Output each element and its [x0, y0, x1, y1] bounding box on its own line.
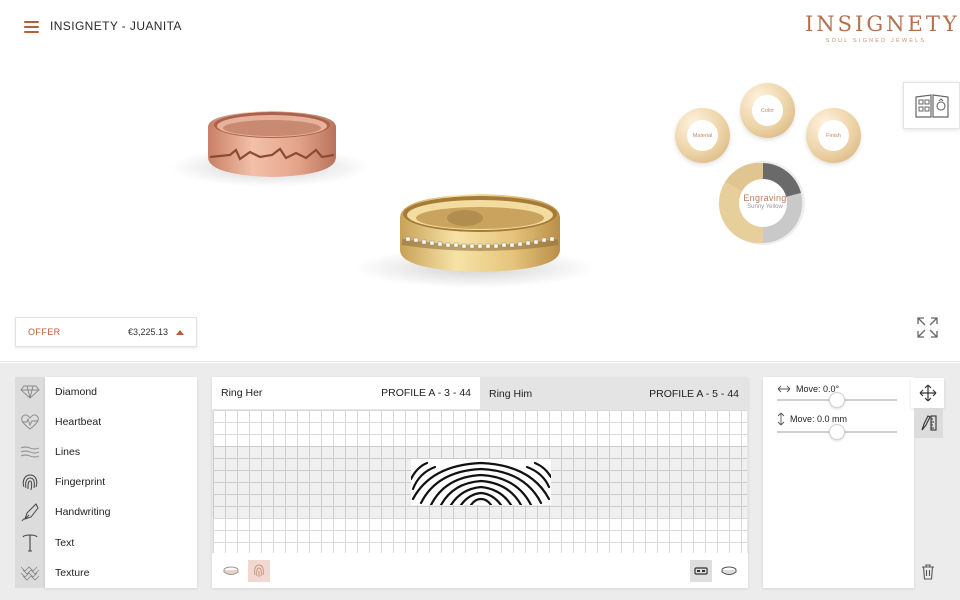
- catalog-book-icon: [914, 93, 949, 118]
- tool-item-lines[interactable]: Lines: [45, 437, 197, 467]
- tab-ring-him[interactable]: Ring Him PROFILE A - 5 - 44: [480, 377, 748, 410]
- pen-nib-icon[interactable]: [15, 497, 45, 527]
- offer-button[interactable]: OFFER €3,225.13: [15, 317, 197, 347]
- engraving-tool-list: Diamond Heartbeat Lines Fingerprint Hand…: [45, 377, 197, 588]
- trash-icon: [922, 564, 934, 580]
- rotate-slider-thumb[interactable]: [829, 392, 845, 408]
- fingerprint-icon[interactable]: [15, 467, 45, 497]
- text-icon[interactable]: [15, 527, 45, 557]
- color-label: Color: [752, 95, 783, 126]
- engraving-grid[interactable]: [212, 410, 748, 553]
- expand-arrows-icon[interactable]: [917, 317, 938, 338]
- move-arrows-icon: [919, 384, 936, 402]
- brand-tagline: SOUL SIGNED JEWELS: [825, 38, 927, 44]
- tool-item-texture[interactable]: Texture: [45, 558, 197, 588]
- tab-ring-her[interactable]: Ring Her PROFILE A - 3 - 44: [212, 377, 480, 410]
- tool-item-diamond[interactable]: Diamond: [45, 377, 197, 407]
- ring-him-model[interactable]: [350, 180, 600, 290]
- catalog-button[interactable]: [903, 82, 960, 129]
- tab-ring-him-profile: PROFILE A - 5 - 44: [649, 387, 739, 400]
- vertical-move-slider-thumb[interactable]: [829, 424, 845, 440]
- brand-logo: INSIGNETY SOUL SIGNED JEWELS: [805, 12, 960, 44]
- offer-label: OFFER: [28, 327, 61, 337]
- move-tool-button[interactable]: [911, 378, 944, 408]
- offer-price: €3,225.13: [127, 327, 168, 337]
- tab-ring-her-profile: PROFILE A - 3 - 44: [381, 387, 471, 399]
- material-label: Material: [687, 120, 718, 151]
- engraving-canvas-panel: Ring Her PROFILE A - 3 - 44 Ring Him PRO…: [212, 377, 748, 588]
- ring-viewer[interactable]: INSIGNETY - JUANITA INSIGNETY SOUL SIGNE…: [0, 0, 960, 362]
- properties-panel: Move: 0.0° Move: 0.0 mm: [763, 377, 914, 588]
- vertical-arrows-icon: [777, 412, 785, 426]
- rotate-control: Move: 0.0°: [777, 384, 900, 408]
- tool-item-text[interactable]: Text: [45, 527, 197, 557]
- brand-name: INSIGNETY: [805, 12, 960, 36]
- ring-3d-view-button[interactable]: [718, 560, 740, 582]
- vertical-move-label: Move: 0.0 mm: [790, 414, 848, 424]
- ring-her-model[interactable]: [170, 95, 380, 195]
- color-option[interactable]: Color: [740, 83, 795, 138]
- vertical-move-control: Move: 0.0 mm: [777, 412, 900, 440]
- delete-button[interactable]: [918, 562, 938, 582]
- edit-tool-button[interactable]: [914, 408, 943, 438]
- fingerprint-engraving[interactable]: [411, 459, 551, 505]
- tab-ring-her-label: Ring Her: [221, 387, 263, 399]
- flat-view-button[interactable]: [690, 559, 712, 582]
- fingerprint-icon: [254, 564, 264, 577]
- pencil-ruler-icon: [920, 415, 937, 431]
- flat-view-icon: [694, 566, 708, 575]
- engraving-value: Sunny Yellow: [747, 204, 783, 210]
- engraving-label: Engraving Sunny Yellow: [721, 193, 809, 210]
- lines-icon[interactable]: [15, 437, 45, 467]
- rotate-slider[interactable]: [777, 392, 897, 408]
- ring-3d-icon: [721, 566, 737, 575]
- tool-icon-column: [15, 377, 45, 588]
- caret-up-icon: [176, 329, 184, 335]
- ring-outer-view-button[interactable]: [220, 560, 242, 582]
- fingerprint-layer-button[interactable]: [248, 559, 270, 582]
- finish-label: Finish: [818, 120, 849, 151]
- horizontal-arrows-icon: [777, 385, 791, 393]
- texture-icon[interactable]: [15, 558, 45, 588]
- tab-ring-him-label: Ring Him: [489, 387, 533, 400]
- diamond-icon[interactable]: [15, 377, 45, 407]
- tool-item-heartbeat[interactable]: Heartbeat: [45, 407, 197, 437]
- app-title: INSIGNETY - JUANITA: [50, 19, 182, 33]
- engraving-title: Engraving: [743, 193, 787, 203]
- vertical-move-slider[interactable]: [777, 424, 897, 440]
- ring-outer-icon: [223, 566, 239, 575]
- ring-tabs: Ring Her PROFILE A - 3 - 44 Ring Him PRO…: [212, 377, 748, 410]
- finish-option[interactable]: Finish: [806, 108, 861, 163]
- canvas-footer: [212, 553, 748, 588]
- tool-item-handwriting[interactable]: Handwriting: [45, 497, 197, 527]
- heartbeat-icon[interactable]: [15, 407, 45, 437]
- tool-item-fingerprint[interactable]: Fingerprint: [45, 467, 197, 497]
- material-option[interactable]: Material: [675, 108, 730, 163]
- hamburger-icon[interactable]: [24, 21, 39, 34]
